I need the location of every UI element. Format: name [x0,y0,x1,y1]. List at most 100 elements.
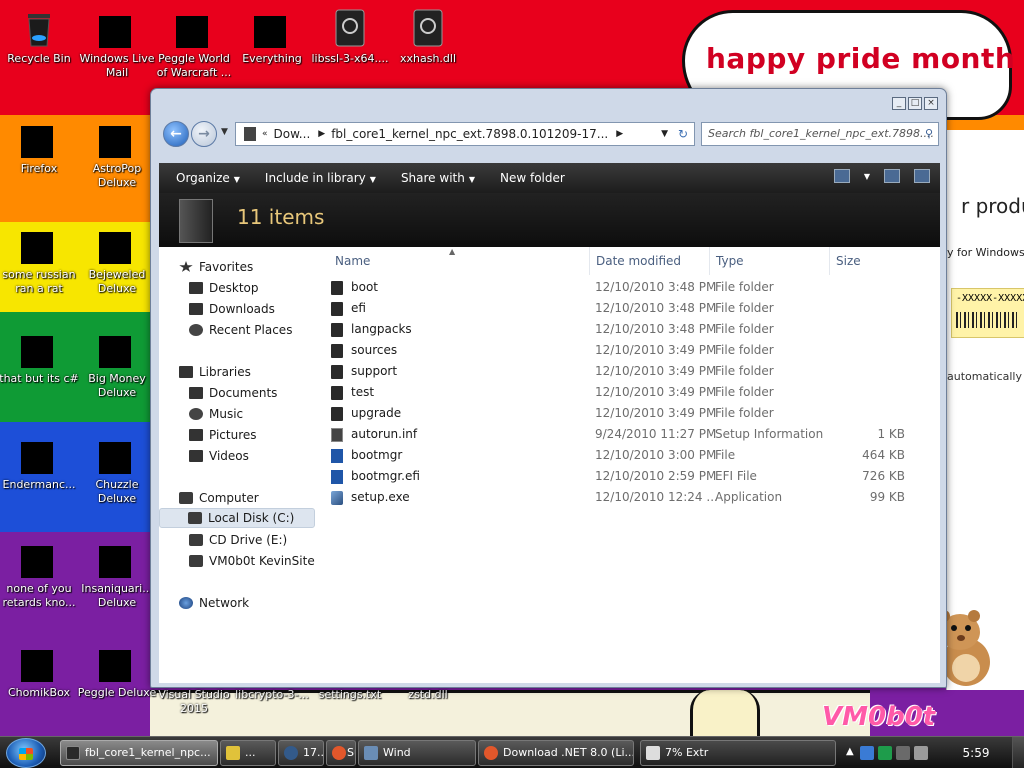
table-row[interactable]: langpacks 12/10/2010 3:48 PM File folder [325,319,940,340]
explorer-window[interactable]: _ □ × ← → ▼ « Dow... ▶ fbl_core1_kernel_… [150,88,947,688]
nav-music[interactable]: Music [189,404,243,424]
desktop-icon-peggle-wow[interactable]: Peggle World of Warcraft ... [154,8,234,80]
column-header-date-modified[interactable]: Date modified [596,247,706,275]
nav-recent-places[interactable]: Recent Places [189,320,292,340]
show-desktop-button[interactable] [1012,737,1024,768]
table-row[interactable]: bootmgr 12/10/2010 3:00 PM File 464 KB [325,445,940,466]
maximize-button[interactable]: □ [908,97,922,110]
nav-vm0b0t[interactable]: VM0b0t KevinSite [189,551,315,571]
recent-pages-dropdown[interactable]: ▼ [221,127,228,137]
desktop-icon-everything[interactable]: Everything [232,8,312,66]
taskbar-button-7zip[interactable]: 7% Extr [640,740,836,766]
desktop-icon-none-of-you[interactable]: none of you retards kno... [0,538,79,610]
table-row[interactable]: bootmgr.efi 12/10/2010 2:59 PM EFI File 726… [325,466,940,487]
column-header-name[interactable]: Name [335,247,585,275]
desktop-icon-bejeweled[interactable]: Bejeweled Deluxe [77,224,157,296]
taskbar-button-4[interactable]: Sun [326,740,356,766]
desktop-icon-recycle-bin[interactable]: Recycle Bin [0,8,79,66]
taskbar-button-5[interactable]: Wind [358,740,476,766]
nav-favorites[interactable]: Favorites [179,257,253,277]
column-header-type[interactable]: Type [716,247,826,275]
breadcrumb-overflow-icon[interactable]: « [262,129,268,139]
column-divider[interactable] [589,247,590,275]
desktop-icon-xxhash[interactable]: xxhash.dll [388,8,468,66]
column-divider[interactable] [709,247,710,275]
include-in-library-button[interactable]: Include in library ▼ [257,171,384,185]
nav-network[interactable]: Network [179,593,249,613]
volume-tray-icon[interactable] [914,746,928,760]
nav-local-disk[interactable]: Local Disk (C:) [159,508,315,528]
clock[interactable]: 5:59 PM [952,737,1000,768]
tray-expand-icon[interactable]: ▲ [846,746,854,757]
back-button[interactable]: ← [163,121,189,147]
desktop-icon-zstd[interactable]: zstd.dll [388,688,468,702]
nav-desktop[interactable]: Desktop [189,278,259,298]
table-row[interactable]: boot 12/10/2010 3:48 PM File folder [325,277,940,298]
table-row[interactable]: test 12/10/2010 3:49 PM File folder [325,382,940,403]
nav-videos[interactable]: Videos [189,446,249,466]
background-window[interactable]: r produc y for Windows -XXXXX-XXXXX auto… [946,130,1024,690]
search-icon[interactable]: ⚲ [925,123,933,145]
table-row[interactable]: autorun.inf 9/24/2010 11:27 PM Setup Infor… [325,424,940,445]
desktop-icon-some-russian[interactable]: some russian ran a rat [0,224,79,296]
taskbar-button-2[interactable]: ... [220,740,276,766]
desktop-icon-insaniquarium[interactable]: Insaniquari... Deluxe [77,538,157,610]
desktop-icon-astropop[interactable]: AstroPop Deluxe [77,118,157,190]
breadcrumb-separator-icon[interactable]: ▶ [616,129,623,139]
taskbar-button-label: 17... [303,746,324,759]
nav-documents[interactable]: Documents [189,383,277,403]
share-with-button[interactable]: Share with ▼ [393,171,483,185]
new-folder-button[interactable]: New folder [492,171,573,185]
address-bar[interactable]: « Dow... ▶ fbl_core1_kernel_npc_ext.7898… [235,122,695,146]
table-row[interactable]: setup.exe 12/10/2010 12:24 ... Application… [325,487,940,508]
desktop-icon-windows-live-mail[interactable]: Windows Live Mail [77,8,157,80]
nav-downloads[interactable]: Downloads [189,299,275,319]
taskbar-button-6[interactable]: Download .NET 8.0 (Li... [478,740,634,766]
table-row[interactable]: support 12/10/2010 3:49 PM File folder [325,361,940,382]
desktop-icon-libcrypto[interactable]: libcrypto-3-... [232,688,312,702]
file-type: File folder [715,385,774,399]
nav-libraries[interactable]: Libraries [179,362,251,382]
change-view-icon[interactable] [833,169,850,183]
organize-button[interactable]: Organize ▼ [168,171,248,185]
table-row[interactable]: sources 12/10/2010 3:49 PM File folder [325,340,940,361]
nav-label: Downloads [209,302,275,316]
close-button[interactable]: × [924,97,938,110]
desktop-icon-libssl[interactable]: libssl-3-x64.... [310,8,390,66]
desktop-icon-chomikbox[interactable]: ChomikBox [0,642,79,700]
search-input[interactable]: Search fbl_core1_kernel_npc_ext.7898....… [701,122,939,146]
tray-app-icon[interactable] [878,746,892,760]
nav-pictures[interactable]: Pictures [189,425,257,445]
view-options-dropdown-icon[interactable]: ▼ [864,172,870,181]
network-tray-icon[interactable] [896,746,910,760]
nav-label: CD Drive (E:) [209,533,288,547]
nav-computer[interactable]: Computer [179,488,259,508]
start-button[interactable] [6,738,46,768]
arrow-left-icon: ← [170,126,182,142]
breadcrumb-separator-icon[interactable]: ▶ [318,129,325,139]
help-icon[interactable] [914,169,930,183]
column-divider[interactable] [829,247,830,275]
table-row[interactable]: efi 12/10/2010 3:48 PM File folder [325,298,940,319]
refresh-icon[interactable]: ↻ [678,127,688,141]
desktop-icon-settings-txt[interactable]: settings.txt [310,688,390,702]
desktop-icon-peggle-deluxe[interactable]: Peggle Deluxe [77,642,157,700]
taskbar-button-explorer[interactable]: fbl_core1_kernel_npc... [60,740,218,766]
address-dropdown-icon[interactable]: ▼ [661,129,668,139]
desktop-icon-visual-studio[interactable]: Visual Studio 2015 [154,688,234,716]
column-header-size[interactable]: Size [836,247,916,275]
minimize-button[interactable]: _ [892,97,906,110]
desktop-icon-chuzzle[interactable]: Chuzzle Deluxe [77,434,157,506]
nav-cd-drive[interactable]: CD Drive (E:) [189,530,287,550]
forward-button[interactable]: → [191,121,217,147]
preview-pane-icon[interactable] [884,169,900,183]
tray-app-icon[interactable] [860,746,874,760]
desktop-icon-that-but-csharp[interactable]: that but its c# [0,328,79,386]
desktop-icon-big-money[interactable]: Big Money Deluxe [77,328,157,400]
breadcrumb-current-folder[interactable]: fbl_core1_kernel_npc_ext.7898.0.101209-1… [331,127,608,141]
taskbar-button-3[interactable]: 17... [278,740,324,766]
table-row[interactable]: upgrade 12/10/2010 3:49 PM File folder [325,403,940,424]
desktop-icon-firefox[interactable]: Firefox [0,118,79,176]
desktop-icon-endermanch[interactable]: Endermanc... [0,434,79,492]
breadcrumb-downloads[interactable]: Dow... [274,127,311,141]
